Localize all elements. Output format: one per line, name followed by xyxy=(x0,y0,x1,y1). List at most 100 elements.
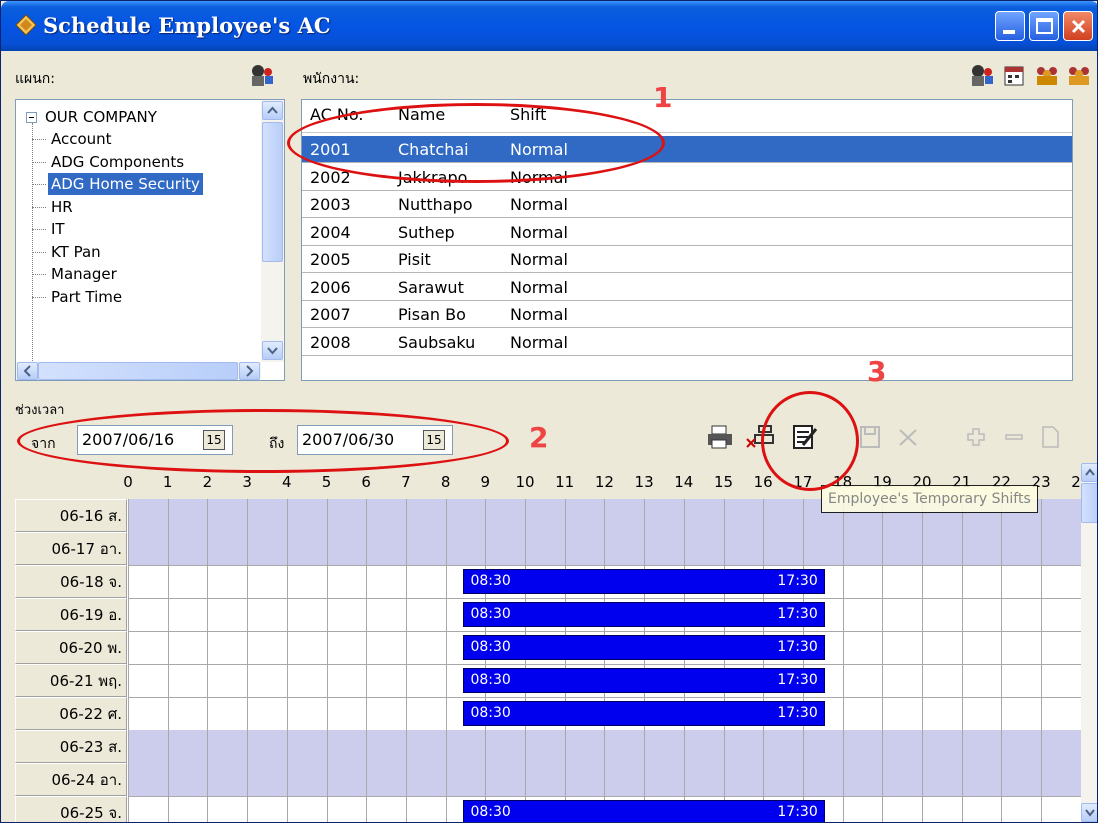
table-row[interactable]: 2008 Saubsaku Normal xyxy=(302,329,1072,356)
department-label: แผนก: xyxy=(15,71,55,87)
close-button[interactable] xyxy=(1063,11,1093,41)
schedule-vertical-scrollbar[interactable] xyxy=(1081,463,1097,822)
table-row[interactable]: 2006 Sarawut Normal xyxy=(302,274,1072,301)
department-search-icon[interactable] xyxy=(249,63,275,87)
day-label: 06-25 จ. xyxy=(15,796,127,822)
tree-item[interactable]: ADG Components xyxy=(48,151,187,173)
calendar-icon[interactable] xyxy=(1003,65,1025,87)
cell-name: Pisit xyxy=(398,250,431,269)
tree-root-item[interactable]: OUR COMPANY xyxy=(42,106,160,128)
grid-line xyxy=(247,499,249,822)
cell-name: Sarawut xyxy=(398,277,464,297)
hour-label: 4 xyxy=(282,473,292,491)
cell-shift: Normal xyxy=(510,195,568,214)
tree-line xyxy=(32,274,46,275)
hour-label: 1 xyxy=(162,473,173,491)
department-tree[interactable]: OUR COMPANY Account ADG Components ADG Hom… xyxy=(15,99,285,381)
tree-item[interactable]: Part Time xyxy=(48,286,125,308)
cancel-icon xyxy=(899,429,917,446)
minimize-icon xyxy=(1003,30,1015,34)
grid-line xyxy=(763,499,765,822)
tree-scroll-thumb[interactable] xyxy=(262,122,283,262)
shift-end-time: 17:30 xyxy=(777,672,818,688)
shift-bar[interactable]: 08:30 17:30 xyxy=(463,701,825,726)
grid-line xyxy=(525,499,526,822)
cell-ac-no: 2005 xyxy=(310,250,351,269)
collapse-icon[interactable] xyxy=(26,112,37,123)
schedule-scroll-thumb[interactable] xyxy=(1081,483,1097,523)
cell-name: Saubsaku xyxy=(398,332,476,352)
tree-hscroll-thumb[interactable] xyxy=(38,362,238,380)
shift-bar[interactable]: 08:30 17:30 xyxy=(463,668,825,693)
group-users-icon[interactable] xyxy=(1035,65,1059,87)
schedule-window: Schedule Employee's AC แผนก: พนักงาน: OU… xyxy=(0,0,1098,823)
grid-line xyxy=(723,499,725,822)
grid-line xyxy=(1001,499,1003,822)
schedule-scroll-down-icon[interactable] xyxy=(1081,803,1097,822)
title-bar[interactable]: Schedule Employee's AC xyxy=(1,1,1097,51)
grid-line xyxy=(802,499,804,822)
scroll-down-icon[interactable] xyxy=(262,341,283,360)
table-row[interactable]: 2004 Suthep Normal xyxy=(302,219,1072,246)
hour-label: 0 xyxy=(123,473,133,491)
cell-name: Pisan Bo xyxy=(398,305,466,324)
shift-bar[interactable]: 08:30 17:30 xyxy=(463,800,825,822)
table-row[interactable]: 2005 Pisit Normal xyxy=(302,246,1072,273)
grid-line xyxy=(882,499,884,822)
schedule-scroll-up-icon[interactable] xyxy=(1081,463,1097,482)
day-label: 06-19 อ. xyxy=(15,598,127,631)
copy-icon xyxy=(1042,426,1059,448)
day-label: 06-22 ศ. xyxy=(15,697,127,730)
tree-line xyxy=(32,139,46,140)
tree-item[interactable]: IT xyxy=(48,218,68,240)
shift-bar[interactable]: 08:30 17:30 xyxy=(463,569,825,594)
app-icon xyxy=(15,14,37,36)
cell-ac-no: 2004 xyxy=(310,222,351,242)
tree-horizontal-scrollbar[interactable] xyxy=(16,362,261,380)
tree-item[interactable]: KT Pan xyxy=(48,241,104,263)
schedule-grid[interactable]: 0123456789101112131415161718192021222324… xyxy=(15,463,1097,822)
cell-shift: Normal xyxy=(510,250,568,269)
cell-shift: Normal xyxy=(510,222,568,242)
grid-line xyxy=(366,499,368,822)
table-row[interactable]: 2007 Pisan Bo Normal xyxy=(302,301,1072,328)
grid-line xyxy=(405,499,407,822)
tree-item[interactable]: Account xyxy=(48,128,115,150)
grid-line xyxy=(286,499,288,822)
hour-label: 11 xyxy=(555,473,575,491)
department-tree-list: OUR COMPANY Account ADG Components ADG Hom… xyxy=(16,100,261,363)
minimize-button[interactable] xyxy=(995,11,1025,41)
grid-line xyxy=(167,499,169,822)
tree-line xyxy=(32,296,46,298)
shift-end-time: 17:30 xyxy=(777,705,818,721)
cell-ac-no: 2003 xyxy=(310,195,351,214)
hour-label: 14 xyxy=(674,473,694,491)
tree-line xyxy=(32,161,46,163)
shift-bar[interactable]: 08:30 17:30 xyxy=(463,602,825,627)
tree-item[interactable]: HR xyxy=(48,196,76,218)
tree-item[interactable]: Manager xyxy=(48,263,120,285)
hour-label: 13 xyxy=(634,473,654,491)
table-row[interactable]: 2003 Nutthapo Normal xyxy=(302,191,1072,218)
print-icon[interactable] xyxy=(705,423,735,451)
scroll-left-icon[interactable] xyxy=(17,362,38,380)
scroll-up-icon[interactable] xyxy=(262,101,283,120)
grid-line xyxy=(922,499,923,822)
cell-name: Nutthapo xyxy=(398,195,473,214)
grid-line xyxy=(1041,499,1043,822)
tree-vertical-scrollbar[interactable] xyxy=(261,100,284,362)
hour-label: 12 xyxy=(594,473,614,491)
employee-search-icon[interactable] xyxy=(969,63,995,87)
hour-label: 6 xyxy=(361,473,371,491)
maximize-icon xyxy=(1036,18,1053,34)
scroll-right-icon[interactable] xyxy=(239,362,260,380)
tree-item[interactable]: ADG Home Security xyxy=(48,173,203,195)
all-users-icon[interactable] xyxy=(1067,65,1091,87)
maximize-button[interactable] xyxy=(1029,11,1059,41)
tooltip: Employee's Temporary Shifts xyxy=(821,485,1038,513)
hour-label: 15 xyxy=(713,473,734,491)
annotation-number-1: 1 xyxy=(653,81,673,114)
shift-end-time: 17:30 xyxy=(777,804,818,820)
shift-bar[interactable]: 08:30 17:30 xyxy=(463,635,825,660)
period-label: ช่วงเวลา xyxy=(15,403,65,418)
